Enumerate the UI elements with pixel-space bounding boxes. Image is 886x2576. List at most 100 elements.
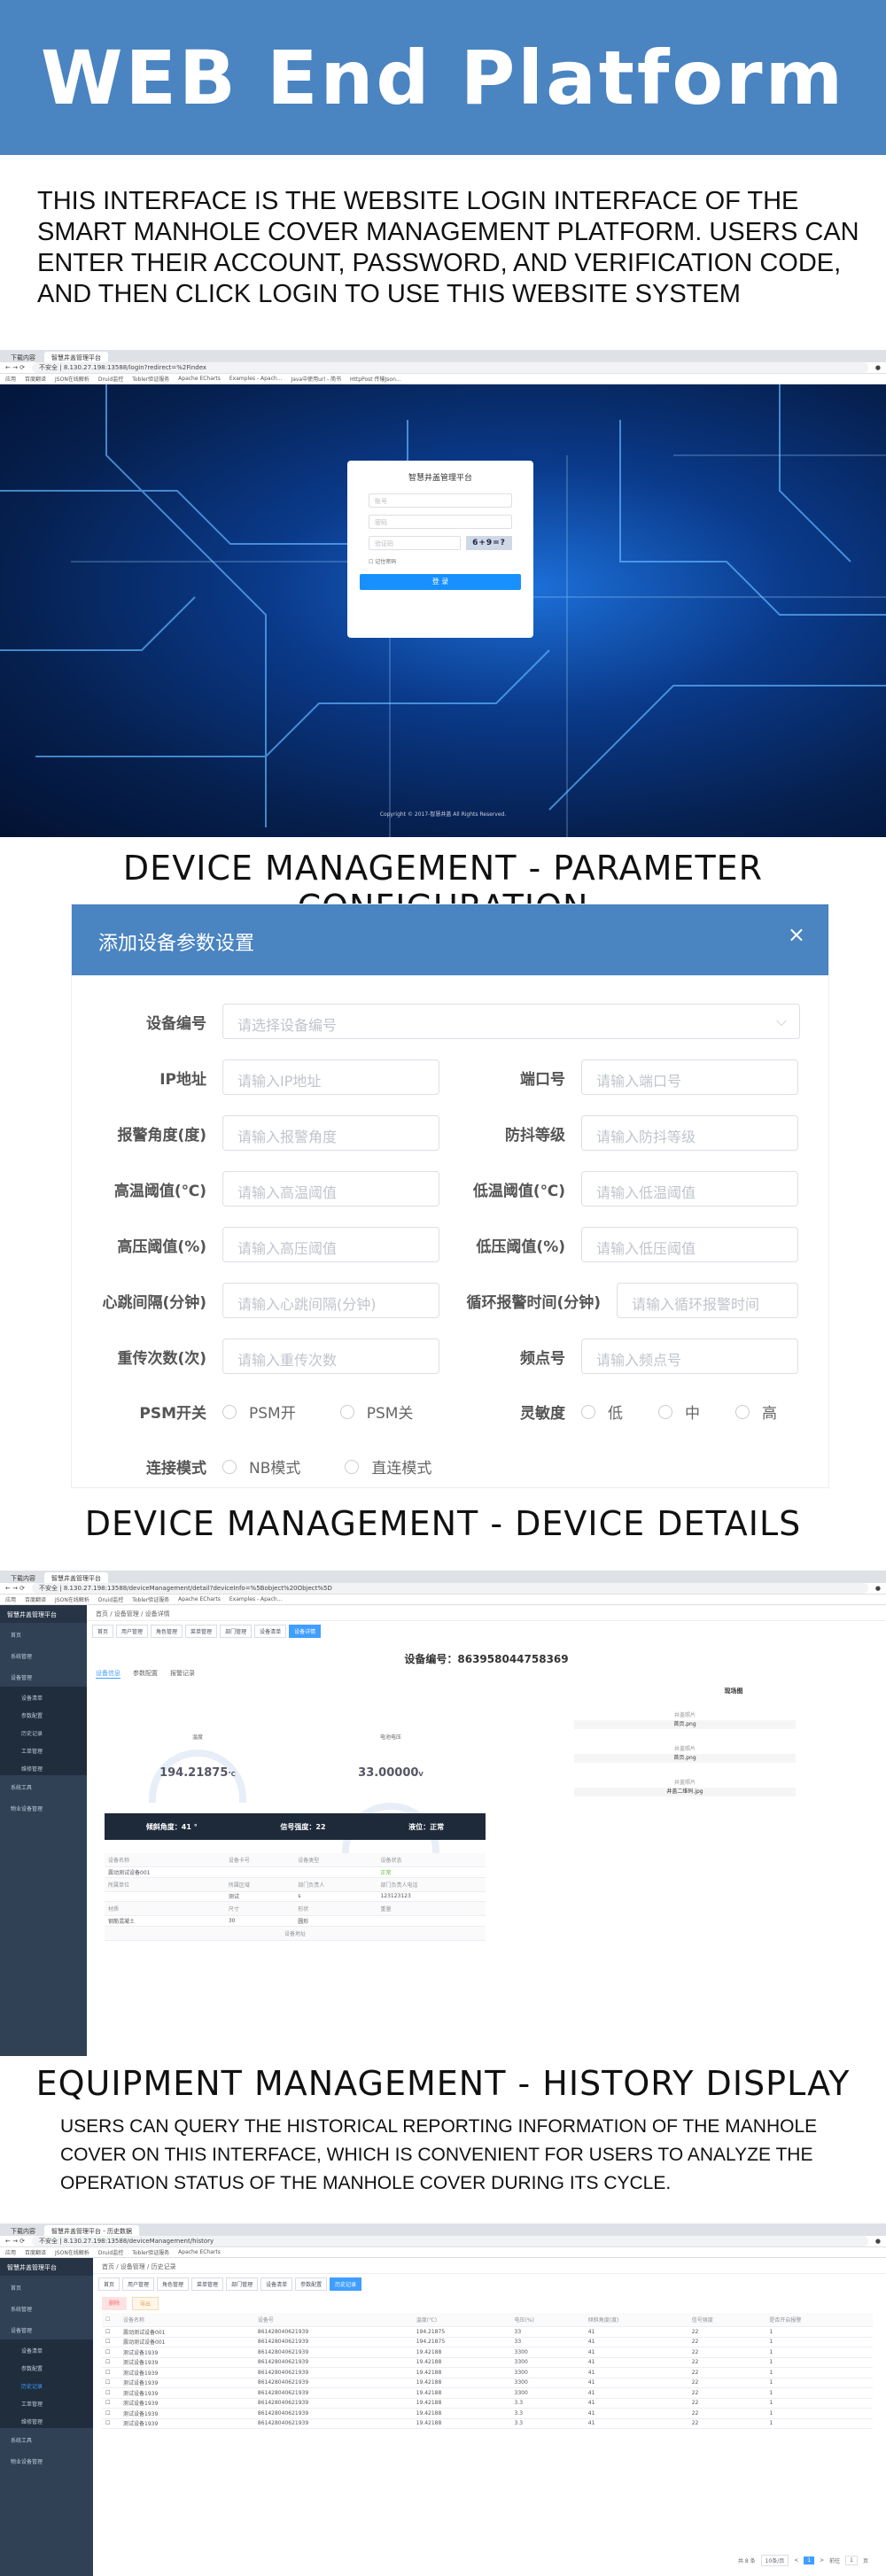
bookmark[interactable]: Druid监控 — [98, 1595, 123, 1603]
sidebar-sub-work[interactable]: 工单管理 — [0, 2393, 93, 2410]
sidebar-sub-maint[interactable]: 维修管理 — [0, 2410, 93, 2428]
bookmark[interactable]: 百度翻译 — [25, 2248, 46, 2256]
sens-mid-radio[interactable]: 中 — [658, 1401, 700, 1423]
psm-off-radio[interactable]: PSM关 — [339, 1401, 413, 1423]
delete-button[interactable]: 删除 — [102, 2297, 128, 2310]
bookmark[interactable]: Apache ECharts — [178, 2249, 221, 2255]
sidebar-sub-param[interactable]: 参数配置 — [0, 1704, 87, 1722]
bookmark[interactable]: Examples - Apach... — [229, 1596, 283, 1602]
tag[interactable]: 角色管理 — [151, 1625, 183, 1638]
sidebar-item-system[interactable]: 系统管理 — [0, 1644, 87, 1665]
row-checkbox[interactable]: ☐ — [102, 2378, 120, 2388]
bookmark[interactable]: Apache ECharts — [178, 376, 221, 382]
sidebar-item-system[interactable]: 系统管理 — [0, 2297, 93, 2318]
photo-file[interactable]: 首页.png — [574, 1720, 796, 1729]
table-row[interactable]: ☐ 震动测试设备001 861428040621939 194.21875 33 41 22… — [102, 2337, 873, 2347]
bookmark[interactable]: 应用 — [5, 375, 16, 383]
profile-icon[interactable]: ● — [875, 364, 881, 371]
remember-password-checkbox[interactable]: ☐ 记住密码 — [369, 557, 512, 565]
sidebar-item-tools[interactable]: 系统工具 — [0, 1775, 87, 1796]
bookmark[interactable]: Druid监控 — [98, 2248, 123, 2256]
tab-device-info[interactable]: 设备信息 — [96, 1669, 120, 1679]
sidebar-sub-list[interactable]: 设备清单 — [0, 1687, 87, 1704]
sidebar-sub-work[interactable]: 工单管理 — [0, 1740, 87, 1757]
bookmark[interactable]: Tobler验证服务 — [132, 2248, 169, 2256]
nav-arrows-icon[interactable]: ← → ⟳ — [5, 1585, 25, 1592]
row-checkbox[interactable]: ☐ — [102, 2326, 120, 2338]
table-row[interactable]: ☐ 测试设备1939 861428040621939 19.42188 3300 41 22… — [102, 2378, 873, 2388]
photo-file[interactable]: 井盖二维码.jpg — [574, 1788, 796, 1796]
account-input[interactable]: 账号 — [369, 493, 512, 508]
sidebar-sub-maint[interactable]: 维修管理 — [0, 1757, 87, 1775]
row-checkbox[interactable]: ☐ — [102, 2398, 120, 2409]
table-row[interactable]: ☐ 测试设备1939 861428040621939 19.42188 3300 41 22… — [102, 2387, 873, 2399]
sidebar-sub-list[interactable]: 设备清单 — [0, 2339, 93, 2357]
url-field[interactable]: 不安全 | 8.130.27.198:13588/deviceManagemen… — [32, 1583, 868, 1594]
table-row[interactable]: ☐ 测试设备1939 861428040621939 19.42188 3.3 41 22 1 — [102, 2408, 873, 2419]
sidebar-sub-param[interactable]: 参数配置 — [0, 2357, 93, 2375]
port-input[interactable]: 请输入端口号 — [581, 1059, 798, 1095]
bookmark[interactable]: JSON在线解析 — [55, 2248, 89, 2256]
tag-active[interactable]: 历史记录 — [330, 2277, 362, 2291]
browser-tab-active[interactable]: 智慧井盖管理平台 — [44, 352, 108, 362]
freq-input[interactable]: 请输入频点号 — [581, 1338, 798, 1374]
tag[interactable]: 用户管理 — [116, 1625, 149, 1638]
heartbeat-input[interactable]: 请输入心跳间隔(分钟) — [222, 1283, 439, 1318]
ip-input[interactable]: 请输入IP地址 — [222, 1059, 439, 1095]
tag[interactable]: 首页 — [92, 1625, 114, 1638]
captcha-image[interactable]: 6+9=? — [466, 536, 512, 550]
bookmark[interactable]: Apache ECharts — [178, 1596, 221, 1602]
table-row[interactable]: ☐ 测试设备1939 861428040621939 19.42188 3300 41 22… — [102, 2357, 873, 2368]
sidebar-item-tools[interactable]: 系统工具 — [0, 2428, 93, 2449]
high-temp-input[interactable]: 请输入高温阈值 — [222, 1171, 439, 1207]
sidebar-item-platform[interactable]: 物业设备管理 — [0, 1796, 87, 1818]
conn-direct-radio[interactable]: 直连模式 — [345, 1455, 431, 1478]
sidebar-sub-history[interactable]: 历史记录 — [0, 2375, 93, 2393]
sens-low-radio[interactable]: 低 — [581, 1401, 623, 1423]
login-button[interactable]: 登 录 — [360, 574, 521, 590]
table-row[interactable]: ☐ 测试设备1939 861428040621939 19.42188 3300 41 22… — [102, 2347, 873, 2358]
password-input[interactable]: 密码 — [369, 515, 512, 529]
bookmark[interactable]: 百度翻译 — [25, 375, 46, 383]
tag[interactable]: 菜单管理 — [185, 1625, 218, 1638]
prev-page-button[interactable]: < — [794, 2557, 798, 2564]
bookmark[interactable]: Java中使用url - 简书 — [291, 375, 341, 383]
tag[interactable]: 参数配置 — [295, 2277, 328, 2291]
tag[interactable]: 设备清单 — [254, 1625, 287, 1638]
url-field[interactable]: 不安全 | 8.130.27.198:13588/deviceManagemen… — [32, 2236, 868, 2246]
conn-nb-radio[interactable]: NB模式 — [222, 1455, 300, 1478]
browser-tab-active[interactable]: 智慧井盖管理平台 — [44, 1572, 108, 1583]
bookmark[interactable]: JSON在线解析 — [55, 1595, 89, 1603]
page-size-select[interactable]: 10条/页 — [760, 2555, 789, 2566]
psm-on-radio[interactable]: PSM开 — [222, 1401, 296, 1423]
select-all-checkbox[interactable]: ☐ — [102, 2313, 120, 2327]
sidebar-item-home[interactable]: 首页 — [0, 2276, 93, 2297]
captcha-input[interactable]: 验证码 — [369, 536, 461, 550]
bookmark[interactable]: 百度翻译 — [25, 1595, 46, 1603]
sens-high-radio[interactable]: 高 — [735, 1401, 777, 1423]
tag-active[interactable]: 设备详情 — [289, 1625, 322, 1638]
url-field[interactable]: 不安全 | 8.130.27.198:13588/login?redirect=… — [32, 362, 868, 373]
tab-param[interactable]: 参数配置 — [133, 1669, 158, 1679]
photo-file[interactable]: 首页.png — [574, 1754, 796, 1763]
high-press-input[interactable]: 请输入高压阈值 — [222, 1227, 439, 1262]
bookmark[interactable]: Tobler验证服务 — [132, 1595, 169, 1603]
current-page[interactable]: 1 — [804, 2557, 815, 2564]
table-row[interactable]: ☐ 测试设备1939 861428040621939 19.42188 3300 41 22… — [102, 2367, 873, 2378]
row-checkbox[interactable]: ☐ — [102, 2347, 120, 2358]
tag[interactable]: 部门管理 — [226, 2277, 259, 2291]
bookmark[interactable]: JSON在线解析 — [55, 375, 89, 383]
low-temp-input[interactable]: 请输入低温阈值 — [581, 1171, 798, 1207]
profile-icon[interactable]: ● — [875, 1585, 881, 1592]
sidebar-sub-history[interactable]: 历史记录 — [0, 1722, 87, 1740]
close-icon[interactable]: × — [788, 922, 805, 947]
retry-input[interactable]: 请输入重传次数 — [222, 1338, 439, 1374]
low-press-input[interactable]: 请输入低压阈值 — [581, 1227, 798, 1262]
shake-input[interactable]: 请输入防抖等级 — [581, 1115, 798, 1151]
loop-alarm-input[interactable]: 请输入循环报警时间 — [617, 1283, 798, 1318]
tag[interactable]: 角色管理 — [157, 2277, 190, 2291]
tab-alarm[interactable]: 报警记录 — [170, 1669, 195, 1679]
profile-icon[interactable]: ● — [875, 2238, 881, 2245]
table-row[interactable]: ☐ 震动测试设备001 861428040621939 194.21875 33 41 22… — [102, 2326, 873, 2338]
export-button[interactable]: 导出 — [132, 2297, 159, 2310]
